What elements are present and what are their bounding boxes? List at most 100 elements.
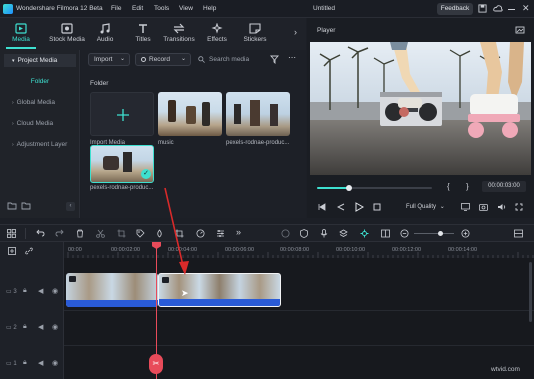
- zoom-in-icon[interactable]: [461, 229, 470, 238]
- close-icon[interactable]: ✕: [522, 3, 530, 14]
- add-track-icon[interactable]: [8, 247, 16, 255]
- timeline-clip-selected[interactable]: [158, 273, 281, 307]
- media-thumbnail-music[interactable]: [158, 92, 222, 136]
- lock-icon[interactable]: 🔒︎: [23, 287, 27, 295]
- more-options-icon[interactable]: ⋯: [288, 53, 296, 62]
- mark-out-icon[interactable]: }: [466, 182, 469, 191]
- eye-icon[interactable]: ◉: [52, 323, 58, 331]
- play-icon[interactable]: [355, 202, 364, 212]
- volume-icon[interactable]: [497, 203, 506, 211]
- media-icon: [15, 23, 27, 34]
- record-dropdown[interactable]: Record ⌄: [135, 53, 191, 66]
- media-thumbnail-video-selected[interactable]: ✓: [90, 145, 154, 183]
- caret-right-icon: ›: [12, 142, 14, 148]
- redo-icon[interactable]: [55, 229, 64, 237]
- link-icon[interactable]: [25, 247, 33, 255]
- snapshot-icon[interactable]: [515, 26, 525, 34]
- more-tools-icon[interactable]: »: [236, 227, 241, 237]
- timeline-clip[interactable]: [66, 273, 158, 307]
- step-back-icon[interactable]: [337, 203, 345, 211]
- zoom-slider-track[interactable]: [414, 231, 454, 236]
- tab-stickers-label: Stickers: [243, 36, 267, 43]
- save-icon[interactable]: [478, 4, 487, 13]
- track-number: 1: [13, 361, 17, 367]
- chevron-right-icon[interactable]: ›: [294, 27, 297, 37]
- fit-timeline-icon[interactable]: [514, 229, 523, 238]
- microphone-icon[interactable]: [320, 229, 328, 238]
- speaker-icon[interactable]: ◀︎: [38, 323, 43, 331]
- tab-transitions[interactable]: Transitions: [160, 23, 198, 43]
- menu-view[interactable]: View: [179, 5, 193, 12]
- sidebar-item-label: Project Media: [17, 57, 58, 64]
- eye-icon[interactable]: ◉: [52, 287, 58, 295]
- sidebar-item-project-media[interactable]: ▾ Project Media: [4, 54, 76, 67]
- skip-back-icon[interactable]: [318, 203, 326, 211]
- zoom-slider-knob[interactable]: [438, 231, 443, 236]
- render-icon[interactable]: [281, 229, 290, 238]
- adjust-icon[interactable]: [216, 229, 225, 238]
- quality-dropdown[interactable]: Full Quality ⌄: [406, 202, 450, 213]
- filter-icon[interactable]: [270, 55, 279, 64]
- track-3-label: ▭ 3: [6, 288, 17, 295]
- speaker-icon[interactable]: ◀︎: [38, 359, 43, 367]
- stop-icon[interactable]: [373, 203, 381, 211]
- collapse-sidebar-button[interactable]: ‹: [66, 202, 75, 211]
- music-note-icon: [100, 23, 110, 34]
- import-dropdown[interactable]: Import ⌄: [88, 53, 130, 66]
- sidebar-item-adjustment-layer[interactable]: › Adjustment Layer: [4, 138, 76, 151]
- cloud-icon[interactable]: [493, 4, 503, 13]
- camera-icon[interactable]: [479, 203, 488, 211]
- tab-stickers[interactable]: Stickers: [236, 23, 274, 43]
- search-field[interactable]: Search media: [196, 53, 264, 66]
- new-folder-icon[interactable]: [7, 202, 17, 210]
- fullscreen-icon[interactable]: [515, 203, 523, 211]
- media-item-label: music: [158, 140, 174, 146]
- crop-icon[interactable]: [117, 229, 126, 238]
- scissors-icon[interactable]: [96, 229, 105, 238]
- playback-progress-track[interactable]: [317, 185, 432, 191]
- mark-in-icon[interactable]: {: [447, 182, 450, 191]
- tab-stock-media[interactable]: Stock Media: [46, 23, 88, 43]
- split-icon[interactable]: [381, 229, 390, 238]
- sidebar-item-global-media[interactable]: › Global Media: [4, 96, 76, 109]
- undo-icon[interactable]: [36, 229, 45, 237]
- speaker-icon[interactable]: ◀︎: [38, 287, 43, 295]
- grid-layout-icon[interactable]: [7, 229, 16, 238]
- tab-titles[interactable]: Titles: [124, 23, 162, 43]
- zoom-out-icon[interactable]: [400, 229, 409, 238]
- color-icon[interactable]: [155, 229, 164, 238]
- minimize-icon[interactable]: [508, 9, 515, 10]
- app-title: Wondershare Filmora 12 Beta: [16, 5, 103, 12]
- tag-icon[interactable]: [136, 229, 145, 238]
- timeline-scrollbar[interactable]: [529, 262, 532, 322]
- sidebar-item-cloud-media[interactable]: › Cloud Media: [4, 117, 76, 130]
- scissors-marker-icon[interactable]: ✂: [149, 354, 163, 374]
- speed-icon[interactable]: [196, 229, 205, 238]
- snap-icon[interactable]: [360, 229, 369, 238]
- crop-frame-icon[interactable]: [175, 229, 184, 238]
- monitor-icon[interactable]: [461, 203, 470, 211]
- lock-icon[interactable]: 🔒︎: [23, 359, 27, 367]
- delete-icon[interactable]: [76, 229, 84, 238]
- tab-media[interactable]: Media: [2, 23, 40, 43]
- menu-edit[interactable]: Edit: [132, 5, 143, 12]
- thumb-figure: [103, 156, 119, 170]
- tab-effects[interactable]: Effects: [198, 23, 236, 43]
- tab-audio[interactable]: Audio: [86, 23, 124, 43]
- sidebar-item-label: Adjustment Layer: [16, 141, 68, 148]
- caret-right-icon: ›: [12, 100, 14, 106]
- folder-icon[interactable]: [21, 202, 31, 210]
- feedback-button[interactable]: Feedback: [437, 3, 473, 15]
- sidebar-item-folder[interactable]: Folder: [4, 75, 76, 88]
- menu-tools[interactable]: Tools: [154, 5, 169, 12]
- check-badge-icon: ✓: [141, 169, 151, 179]
- menu-help[interactable]: Help: [203, 5, 216, 12]
- shield-icon[interactable]: [300, 229, 308, 238]
- layers-icon[interactable]: [339, 229, 348, 238]
- import-media-tile[interactable]: [90, 92, 154, 136]
- lock-icon[interactable]: 🔒︎: [23, 323, 27, 331]
- media-thumbnail-video[interactable]: [226, 92, 290, 136]
- eye-icon[interactable]: ◉: [52, 359, 58, 367]
- menu-file[interactable]: File: [111, 5, 121, 12]
- media-item-label: pexels-rodnae-produc...: [90, 185, 154, 191]
